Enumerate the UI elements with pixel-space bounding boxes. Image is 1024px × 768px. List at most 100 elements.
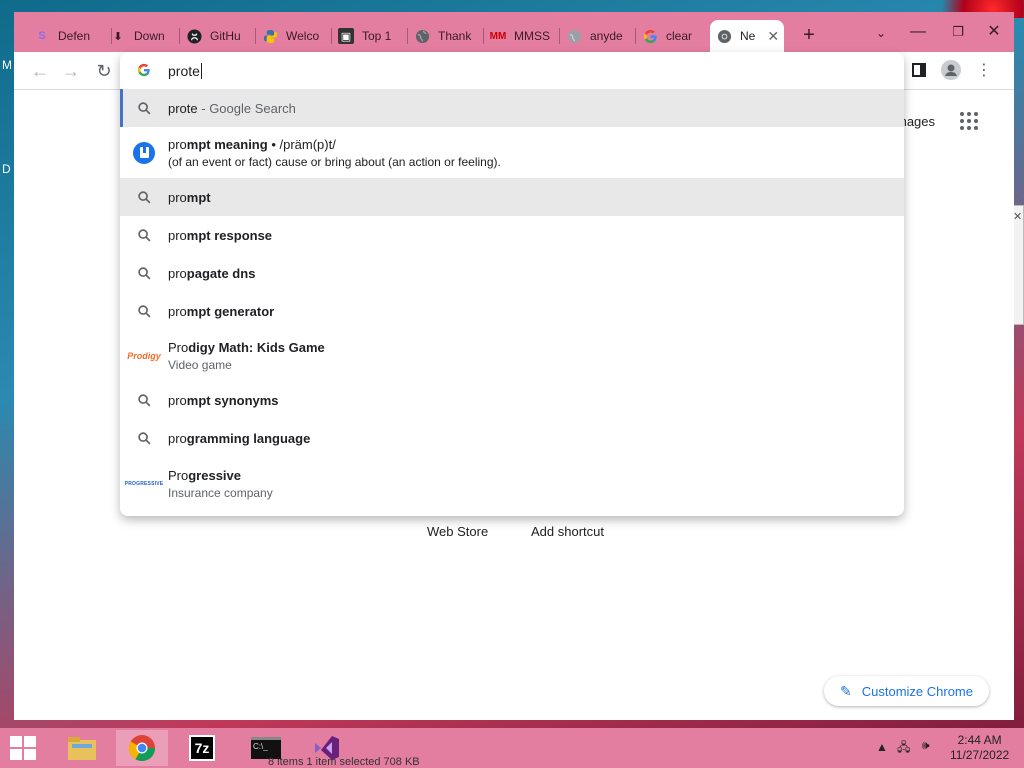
tab-0[interactable]: S Defen [28,22,112,50]
search-icon [120,304,168,318]
new-tab-button[interactable]: + [797,24,821,47]
suggestion-completion: mpt meaning [186,136,268,152]
close-tab-icon[interactable]: ✕ [767,28,779,45]
show-hidden-icons-arrow[interactable]: ▲ [876,740,888,754]
suggestion-completion: gramming language [186,430,311,446]
desktop-icon-label[interactable]: M [2,58,12,72]
tab-3[interactable]: Welco [256,22,332,50]
apps-grid-icon[interactable] [960,112,978,130]
suggestion-completion: gressive [188,468,241,483]
maximize-button[interactable]: ❐ [938,20,978,44]
address-bar[interactable]: prote [120,52,904,90]
dictionary-icon [120,141,168,164]
s-logo-icon: S [38,30,46,42]
tab-title: anyde [590,29,623,43]
suggestion-prefix: pro [168,392,187,408]
tab-title: MMSS [514,29,550,43]
chrome-icon [716,28,732,44]
tab-title: Down [134,29,165,43]
customize-chrome-button[interactable]: ✎ Customize Chrome [824,676,989,706]
suggestion-row[interactable]: prompt synonyms [120,381,904,419]
tab-title: Defen [58,29,91,43]
start-button[interactable] [10,736,38,760]
entity-description: Insurance company [168,486,273,500]
search-icon [120,266,168,280]
tab-title: Ne [740,29,756,43]
suggestion-row[interactable]: prompt [120,178,904,216]
prodigy-logo-icon: Prodigy [127,350,161,361]
tab-8[interactable]: clear [636,22,712,50]
customize-label: Customize Chrome [861,683,973,699]
suggestion-row[interactable]: prote - Google Search [120,89,904,127]
suggestion-prefix: pro [168,430,187,446]
tab-strip: S Defen ⬇ Down GitHu Welco ▣ Top 1 Thank MM… [14,12,1014,52]
7zip-taskbar-icon[interactable]: 7z [176,730,228,766]
shortcut-add[interactable]: Add shortcut [531,524,604,539]
suggestion-completion: mpt [186,189,211,205]
chrome-taskbar-icon[interactable] [116,730,168,766]
globe-icon [566,28,582,44]
volume-icon[interactable]: 🕪 [922,738,930,753]
tab-title: Top 1 [362,29,392,43]
suggestion-row[interactable]: programming language [120,419,904,457]
suggestion-prefix: pro [168,136,187,152]
suggestion-prefix: pro [168,265,187,281]
explorer-status-bar: 8 items 1 item selected 708 KB [248,728,648,768]
tab-5[interactable]: Thank [408,22,484,50]
tab-1[interactable]: ⬇ Down [104,22,180,50]
suggestion-row-entity[interactable]: Prodigy Prodigy Math: Kids Game Video ga… [120,330,904,381]
tab-9-active[interactable]: Ne ✕ [710,20,784,52]
tab-title: clear [666,29,693,43]
suggestion-prefix: Pro [168,339,189,355]
tab-6[interactable]: MM MMSS [484,22,560,50]
omnibox-text[interactable]: prote [168,63,200,79]
suggestion-row-entity[interactable]: PROGRESSIVE Progressive Insurance compan… [120,457,904,511]
suggestion-completion: mpt response [186,227,273,243]
tab-4[interactable]: ▣ Top 1 [332,22,408,50]
python-icon [262,28,278,44]
tab-title: Welco [286,29,320,43]
suggestion-prefix: Pro [168,468,189,483]
suggestion-completion: digy Math: Kids Game [188,339,325,355]
close-icon[interactable]: ✕ [1013,210,1022,223]
file-explorer-taskbar-icon[interactable] [56,730,108,766]
definition: (of an event or fact) cause or bring abo… [168,154,501,169]
google-g-icon [120,63,168,80]
shortcut-web-store[interactable]: Web Store [427,524,488,539]
search-icon [120,101,168,115]
google-icon [642,28,658,44]
tab-title: Thank [438,29,472,43]
github-icon [186,28,202,44]
box-icon: ▣ [338,28,354,44]
side-panel-icon[interactable] [907,60,931,82]
tab-search-icon[interactable]: ⌄ [876,26,886,40]
suggestion-row[interactable]: propagate dns [120,254,904,292]
suggestion-row-dictionary[interactable]: prompt meaning • /präm(p)t/ (of an event… [120,127,904,178]
forward-arrow-icon[interactable]: → [59,60,83,82]
minimize-button[interactable]: — [898,20,938,44]
back-arrow-icon[interactable]: ← [28,60,52,82]
mm-logo-icon: MM [489,30,507,42]
suggestion-row[interactable]: prompt generator [120,292,904,330]
clock[interactable]: 2:44 AM 11/27/2022 [950,733,1009,763]
suggestion-completion: mpt synonyms [186,392,279,408]
suggestion-row[interactable]: prompt response [120,216,904,254]
profile-avatar-icon[interactable] [939,60,963,82]
suggestion-prefix: pro [168,189,187,205]
pencil-icon: ✎ [840,682,852,699]
tab-7[interactable]: anyde [560,22,636,50]
suggestion-prefix: prote [168,100,198,116]
pronunciation: • /präm(p)t/ [267,136,336,152]
search-icon [120,228,168,242]
close-window-button[interactable]: ✕ [974,20,1014,44]
text-caret [200,63,202,79]
tab-2[interactable]: GitHu [180,22,256,50]
progressive-logo-icon: PROGRESSIVE [124,481,164,487]
clock-time: 2:44 AM [957,733,1002,747]
reload-icon[interactable]: ↻ [92,60,116,82]
desktop-icon-label[interactable]: D [2,162,11,176]
entity-description: Video game [168,357,232,372]
network-icon[interactable]: 🖧 [897,738,910,759]
menu-kebab-icon[interactable]: ⋮ [972,60,996,82]
globe-icon [414,28,430,44]
